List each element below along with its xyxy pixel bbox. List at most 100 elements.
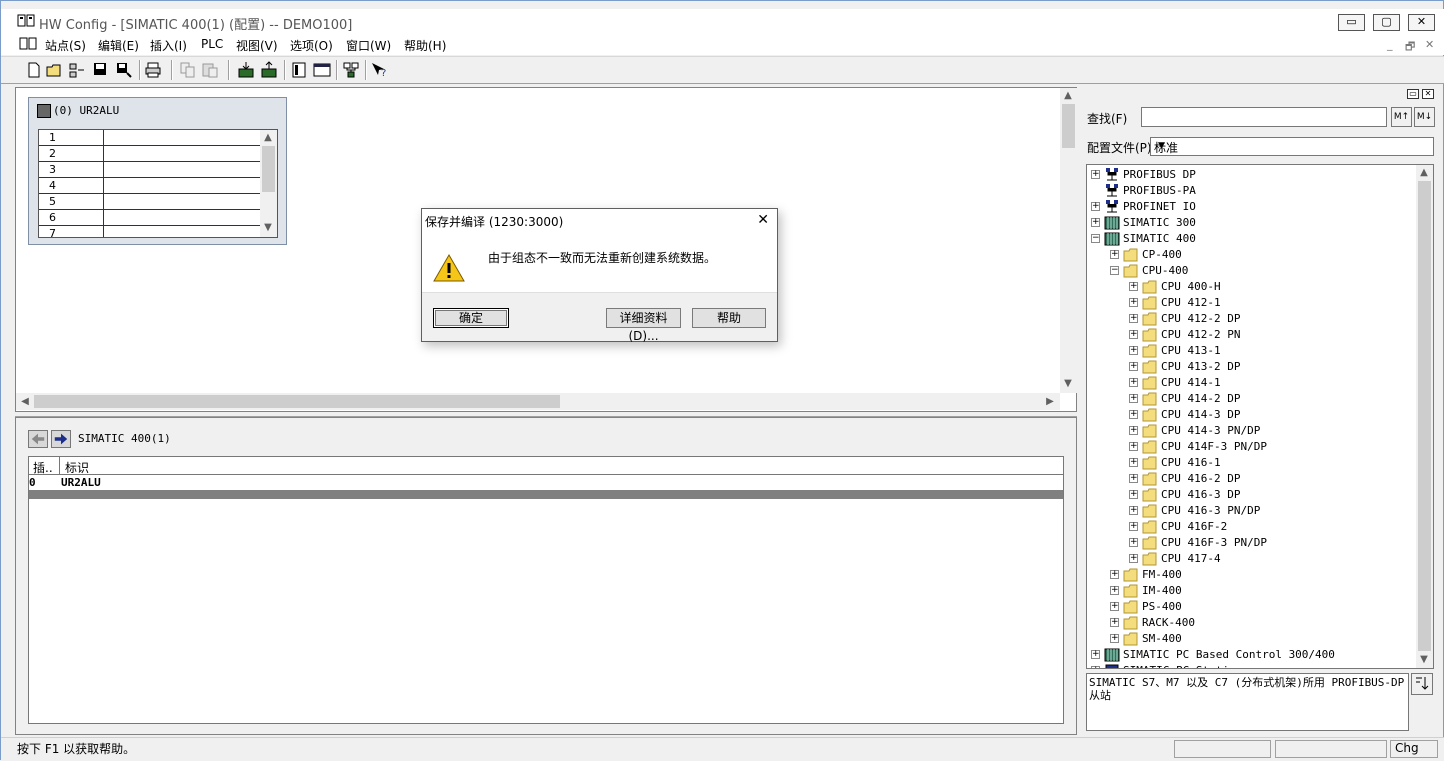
- expand-icon[interactable]: +: [1129, 458, 1138, 467]
- rack-slot-row[interactable]: 5: [39, 194, 261, 210]
- collapse-icon[interactable]: −: [1110, 266, 1119, 275]
- scroll-left-arrow-icon[interactable]: ◀: [17, 396, 33, 407]
- minimize-button[interactable]: ▭: [1338, 14, 1365, 31]
- mdi-minimize-button[interactable]: _: [1387, 38, 1393, 51]
- copy-icon[interactable]: [179, 61, 197, 79]
- maximize-button[interactable]: ▢: [1373, 14, 1400, 31]
- rack-scrollbar[interactable]: ▲ ▼: [260, 130, 277, 237]
- profile-dropdown[interactable]: 标准 ▼: [1150, 137, 1434, 156]
- save-icon[interactable]: [91, 61, 109, 79]
- expand-icon[interactable]: +: [1129, 522, 1138, 531]
- ok-button[interactable]: 确定: [433, 308, 509, 328]
- rack-ur2alu[interactable]: (0) UR2ALU 1 2 3 4 5 6 7 ▲ ▼: [28, 97, 287, 245]
- menu-help[interactable]: 帮助(H): [404, 37, 446, 54]
- upload-icon[interactable]: [260, 61, 278, 79]
- details-button[interactable]: 详细资料(D)...: [606, 308, 681, 343]
- menu-window[interactable]: 窗口(W): [346, 37, 391, 54]
- catalog-tree-scrollbar[interactable]: ▲ ▼: [1416, 165, 1433, 668]
- expand-icon[interactable]: +: [1110, 250, 1119, 259]
- expand-icon[interactable]: +: [1129, 410, 1138, 419]
- expand-icon[interactable]: +: [1129, 362, 1138, 371]
- expand-icon[interactable]: +: [1091, 650, 1100, 659]
- expand-icon[interactable]: +: [1129, 394, 1138, 403]
- close-button[interactable]: ✕: [1408, 14, 1435, 31]
- expand-icon[interactable]: +: [1129, 298, 1138, 307]
- rack-slot-row[interactable]: 3: [39, 162, 261, 178]
- menu-plc[interactable]: PLC: [201, 37, 223, 51]
- expand-icon[interactable]: +: [1129, 442, 1138, 451]
- station-vertical-scrollbar[interactable]: ▲ ▼: [1060, 88, 1077, 393]
- expand-icon[interactable]: +: [1129, 346, 1138, 355]
- catalog-icon[interactable]: [290, 61, 308, 79]
- scroll-up-arrow-icon[interactable]: ▲: [260, 132, 276, 143]
- expand-icon[interactable]: +: [1129, 490, 1138, 499]
- expand-icon[interactable]: +: [1129, 314, 1138, 323]
- save-compile-icon[interactable]: [115, 61, 133, 79]
- back-arrow-icon[interactable]: [28, 430, 48, 448]
- expand-icon[interactable]: +: [1129, 426, 1138, 435]
- menu-insert[interactable]: 插入(I): [150, 37, 187, 54]
- print-icon[interactable]: [144, 61, 162, 79]
- mdi-close-button[interactable]: ✕: [1425, 38, 1434, 51]
- expand-icon[interactable]: +: [1091, 218, 1100, 227]
- search-down-button[interactable]: M↓: [1414, 107, 1435, 127]
- expand-icon[interactable]: +: [1129, 378, 1138, 387]
- catalog-close-icon[interactable]: ✕: [1422, 89, 1434, 99]
- expand-icon[interactable]: +: [1110, 570, 1119, 579]
- expand-icon[interactable]: +: [1129, 474, 1138, 483]
- scroll-thumb[interactable]: [262, 146, 275, 192]
- scroll-thumb[interactable]: [34, 395, 560, 408]
- menu-station[interactable]: 站点(S): [45, 37, 86, 54]
- rack-slot-row[interactable]: 2: [39, 146, 261, 162]
- expand-icon[interactable]: +: [1110, 586, 1119, 595]
- scroll-down-arrow-icon[interactable]: ▼: [260, 222, 276, 233]
- document-system-icon[interactable]: [19, 36, 37, 52]
- expand-icon[interactable]: +: [1129, 282, 1138, 291]
- catalog-info-button[interactable]: [1411, 673, 1433, 695]
- expand-icon[interactable]: +: [1091, 170, 1100, 179]
- scroll-up-arrow-icon[interactable]: ▲: [1416, 167, 1432, 178]
- station-horizontal-scrollbar[interactable]: ◀ ▶: [16, 393, 1060, 410]
- scroll-thumb[interactable]: [1062, 104, 1075, 148]
- scroll-right-arrow-icon[interactable]: ▶: [1042, 396, 1058, 407]
- network-config-icon[interactable]: [342, 61, 360, 79]
- menu-edit[interactable]: 编辑(E): [98, 37, 139, 54]
- expand-icon[interactable]: +: [1129, 538, 1138, 547]
- expand-icon[interactable]: +: [1091, 202, 1100, 211]
- rack-slot-row[interactable]: 1: [39, 130, 261, 146]
- column-header-identifier[interactable]: 标识: [65, 459, 89, 476]
- column-header-slot[interactable]: 插..: [33, 459, 53, 476]
- menu-options[interactable]: 选项(O): [290, 37, 333, 54]
- open-folder-icon[interactable]: [46, 61, 64, 79]
- catalog-search-input[interactable]: [1141, 107, 1387, 127]
- scroll-thumb[interactable]: [1418, 181, 1431, 651]
- window-arrange-icon[interactable]: [313, 61, 331, 79]
- dialog-close-icon[interactable]: ✕: [757, 212, 769, 228]
- table-row[interactable]: 0 UR2ALU: [29, 476, 1063, 490]
- expand-icon[interactable]: +: [1110, 634, 1119, 643]
- paste-icon[interactable]: [201, 61, 219, 79]
- mdi-restore-button[interactable]: 🗗: [1405, 38, 1415, 57]
- help-button[interactable]: 帮助: [692, 308, 766, 328]
- expand-icon[interactable]: +: [1091, 666, 1100, 668]
- chevron-down-icon[interactable]: ▼: [1154, 139, 1169, 154]
- scroll-down-arrow-icon[interactable]: ▼: [1416, 654, 1432, 665]
- catalog-restore-icon[interactable]: ▭: [1407, 89, 1419, 99]
- expand-icon[interactable]: +: [1110, 618, 1119, 627]
- new-icon[interactable]: [25, 61, 43, 79]
- context-help-icon[interactable]: ?: [370, 61, 388, 79]
- rack-slot-row[interactable]: 7: [39, 226, 261, 237]
- expand-icon[interactable]: +: [1129, 554, 1138, 563]
- download-icon[interactable]: [237, 61, 255, 79]
- table-row[interactable]: [29, 490, 1063, 499]
- scroll-down-arrow-icon[interactable]: ▼: [1060, 378, 1076, 389]
- forward-arrow-icon[interactable]: [51, 430, 71, 448]
- expand-icon[interactable]: +: [1129, 506, 1138, 515]
- expand-icon[interactable]: +: [1129, 330, 1138, 339]
- menu-view[interactable]: 视图(V): [236, 37, 278, 54]
- rack-slot-row[interactable]: 6: [39, 210, 261, 226]
- collapse-icon[interactable]: −: [1091, 234, 1100, 243]
- accessible-nodes-icon[interactable]: [68, 61, 86, 79]
- search-up-button[interactable]: M↑: [1391, 107, 1412, 127]
- rack-slot-row[interactable]: 4: [39, 178, 261, 194]
